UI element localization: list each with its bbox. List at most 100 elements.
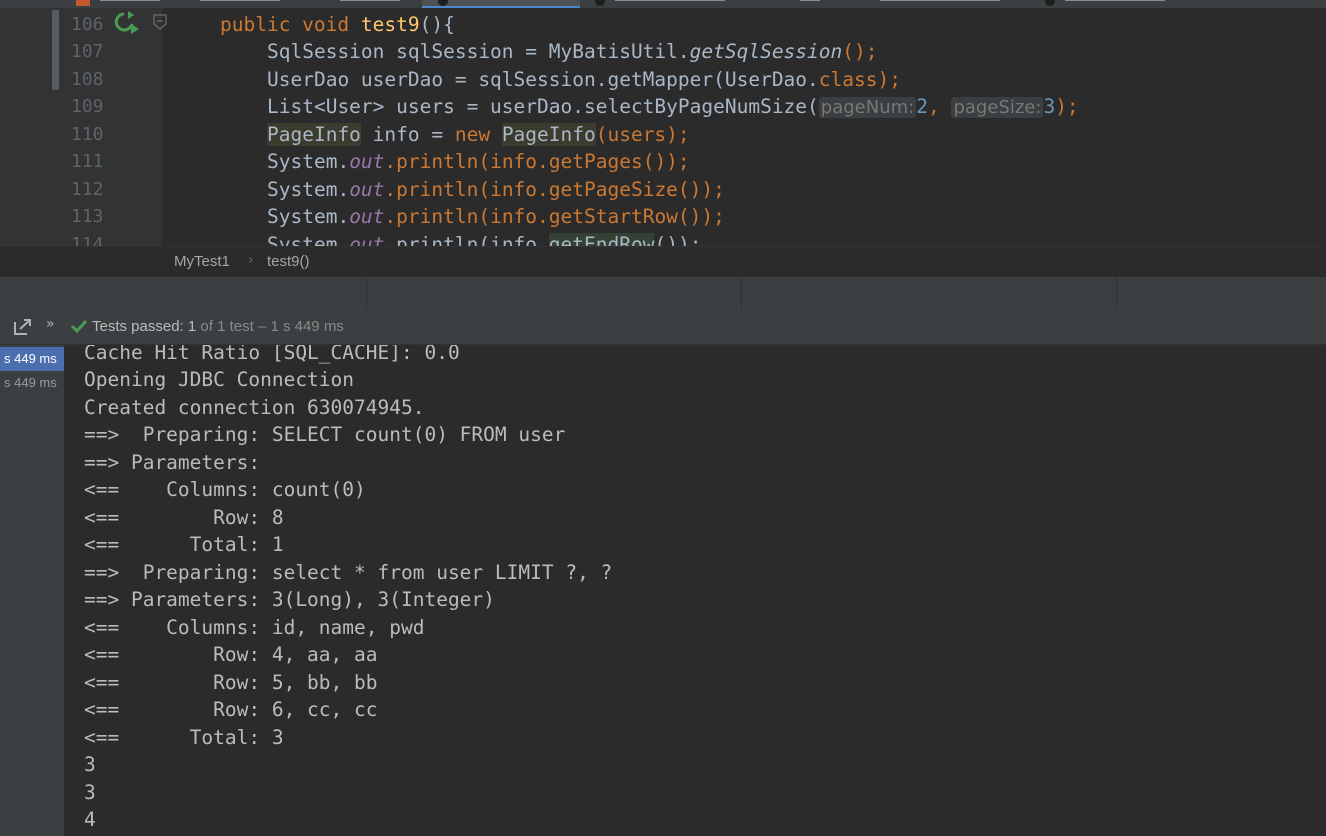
static-field: out: [349, 233, 385, 246]
console-output[interactable]: Cache Hit Ratio [SQL_CACHE]: 0.0 Opening…: [64, 345, 1326, 836]
file-tab-icon: [76, 0, 90, 6]
raw-type-highlight: PageInfo: [267, 123, 361, 146]
static-method: getSqlSession: [689, 40, 843, 63]
code-text: .println(info.getStartRow());: [384, 205, 725, 228]
breadcrumb: MyTest1 › test9(): [0, 246, 1326, 277]
code-text: .println(info.getPageSize());: [384, 178, 725, 201]
divider: [366, 277, 367, 309]
code-text: ();: [842, 40, 878, 63]
editor-tab-strip: [0, 0, 1326, 8]
code-text: System.: [267, 178, 350, 201]
line-number: 112: [71, 179, 104, 200]
static-field: out: [349, 205, 385, 228]
line-number: 111: [71, 151, 104, 172]
number-literal: 3: [1043, 95, 1056, 118]
code-text: (users);: [595, 123, 690, 146]
console-line: ==> Preparing: select * from user LIMIT …: [84, 561, 613, 584]
static-field: out: [349, 150, 385, 173]
test-tree-item[interactable]: s 449 ms: [0, 347, 64, 371]
test-tree-item[interactable]: s 449 ms: [0, 371, 64, 395]
divider: [741, 277, 742, 309]
tab-file-icon: [595, 0, 605, 6]
method-call-highlight: getEndRow: [548, 233, 655, 246]
test-results-tree: s 449 ms s 449 ms: [0, 345, 64, 836]
keyword: class: [818, 68, 878, 91]
code-line-110[interactable]: PageInfo info = new PageInfo(users);: [267, 121, 1326, 148]
console-line: Cache Hit Ratio [SQL_CACHE]: 0.0: [84, 345, 460, 364]
keyword: public void: [220, 13, 361, 36]
status-detail: of 1 test – 1 s 449 ms: [196, 318, 344, 335]
tab-fragment[interactable]: [340, 0, 400, 1]
code-text: SqlSession sqlSession = MyBatisUtil.: [267, 40, 690, 63]
console-line: <== Total: 3: [84, 726, 284, 749]
code-line-107[interactable]: SqlSession sqlSession = MyBatisUtil.getS…: [267, 38, 1326, 65]
console-line: <== Row: 4, aa, aa: [84, 643, 378, 666]
line-number: 106: [71, 14, 104, 35]
tab-fragment[interactable]: [880, 0, 1000, 1]
parameter-hint: pageSize:: [951, 97, 1044, 118]
chevron-right-icon: ›: [248, 252, 254, 268]
code-text: );: [877, 68, 901, 91]
check-icon: [70, 319, 88, 334]
line-number: 107: [71, 41, 104, 62]
tab-fragment[interactable]: [100, 0, 160, 1]
code-text: .println(info.getPages());: [384, 150, 690, 173]
code-line-106[interactable]: public void test9(){: [220, 11, 1326, 38]
line-number: 113: [71, 206, 104, 227]
editor-left-strip: [0, 8, 64, 246]
status-count: 1: [187, 318, 197, 335]
tab-fragment[interactable]: [200, 0, 280, 1]
code-text: (){: [419, 13, 455, 36]
tab-fragment[interactable]: [1065, 0, 1165, 1]
line-number: 109: [71, 96, 104, 117]
console-line: Created connection 630074945.: [84, 396, 425, 419]
console-line: 3: [84, 753, 96, 776]
console-line: <== Total: 1: [84, 533, 284, 556]
code-text: System.: [267, 150, 350, 173]
console-line: ==> Parameters:: [84, 451, 272, 474]
status-label: Tests passed:: [92, 318, 188, 335]
line-number: 108: [71, 69, 104, 90]
line-number: 110: [71, 124, 104, 145]
breadcrumb-method[interactable]: test9(): [267, 253, 310, 270]
run-toolbar: » Tests passed: 1 of 1 test – 1 s 449 ms: [0, 309, 1326, 345]
divider: [1116, 277, 1117, 309]
tab-fragment[interactable]: [615, 0, 725, 1]
code-text: ,: [927, 95, 952, 118]
fold-icon[interactable]: [153, 14, 167, 30]
console-line: <== Row: 5, bb, bb: [84, 671, 378, 694]
console-line: 3: [84, 781, 96, 804]
code-line-112[interactable]: System.out.println(info.getPageSize());: [267, 176, 1326, 203]
code-text: System.: [267, 205, 350, 228]
code-text: System.: [267, 233, 350, 246]
console-line: <== Columns: id, name, pwd: [84, 616, 425, 639]
restore-layout-icon[interactable]: [13, 318, 33, 336]
tool-window-header[interactable]: [0, 276, 1326, 310]
breadcrumb-class[interactable]: MyTest1: [174, 253, 230, 270]
code-line-108[interactable]: UserDao userDao = sqlSession.getMapper(U…: [267, 66, 1326, 93]
tab-file-icon: [1045, 0, 1055, 6]
console-line: ==> Parameters: 3(Long), 3(Integer): [84, 588, 495, 611]
console-line: <== Columns: count(0): [84, 478, 366, 501]
code-line-114[interactable]: System.out.println(info.getEndRow());: [267, 231, 1326, 246]
code-line-113[interactable]: System.out.println(info.getStartRow());: [267, 203, 1326, 230]
code-text: List<User> users = userDao.selectByPageN…: [267, 95, 819, 118]
tab-fragment[interactable]: [800, 0, 820, 1]
code-text: .println(info.: [384, 233, 549, 246]
code-text: UserDao userDao = sqlSession.getMapper(U…: [267, 68, 819, 91]
code-text: info =: [360, 123, 455, 146]
raw-type-highlight: PageInfo: [501, 123, 596, 146]
console-line: <== Row: 6, cc, cc: [84, 698, 378, 721]
test-status: Tests passed: 1 of 1 test – 1 s 449 ms: [92, 318, 344, 335]
console-line: ==> Preparing: SELECT count(0) FROM user: [84, 423, 566, 446]
code-text: );: [1055, 95, 1079, 118]
method-name: test9: [360, 13, 420, 36]
run-gutter-icon[interactable]: [114, 11, 140, 35]
code-line-109[interactable]: List<User> users = userDao.selectByPageN…: [267, 93, 1326, 121]
static-field: out: [349, 178, 385, 201]
code-line-111[interactable]: System.out.println(info.getPages());: [267, 148, 1326, 175]
scrollbar-thumb[interactable]: [52, 10, 59, 90]
double-chevron-icon[interactable]: »: [46, 316, 55, 332]
console-line: 4: [84, 808, 96, 831]
console-line: Opening JDBC Connection: [84, 368, 355, 391]
